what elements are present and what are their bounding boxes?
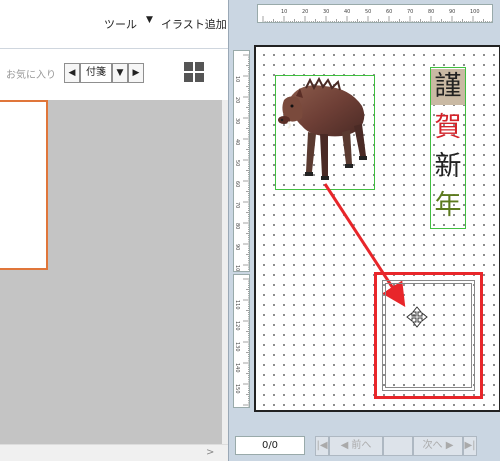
ruler-label: 40 [344,9,350,15]
illustration-list[interactable] [0,100,222,444]
ruler-label: 50 [234,160,240,166]
ruler-label: 150 [234,384,240,394]
scroll-right-arrow-icon[interactable]: > [206,447,214,458]
add-illustration-menu[interactable]: イラスト追加 [161,16,227,32]
dropdown-arrow-icon[interactable]: ▼ [146,15,153,25]
ruler-label: 70 [234,202,240,208]
ruler-label: 90 [449,9,455,15]
tools-menu[interactable]: ツール [104,16,137,32]
category-dropdown-button[interactable]: ▼ [112,63,128,83]
ruler-label: 60 [386,9,392,15]
ruler-label: 80 [234,223,240,229]
horizontal-scrollbar[interactable]: > [0,444,228,461]
previous-category-button[interactable]: ◀ [64,63,80,83]
top-menu-bar: ツール ▼ イラスト追加 [0,0,228,48]
nav-spacer [383,436,413,456]
kanji-char-3[interactable]: 新 [431,149,465,185]
category-select[interactable]: 付箋 [80,63,112,83]
ruler-label: 100 [470,9,480,15]
ruler-label: 110 [234,300,240,310]
drop-placeholder-frame[interactable] [382,280,475,391]
drop-target-highlight [374,272,483,399]
ruler-label: 30 [323,9,329,15]
ruler-label: 130 [234,342,240,352]
vertical-ruler-top: 10 20 30 40 50 60 70 80 90 100 [233,50,250,272]
vertical-ruler-top-ticks: 10 20 30 40 50 60 70 80 90 100 [234,54,249,272]
ruler-label: 20 [302,9,308,15]
ruler-label: 120 [234,321,240,331]
vertical-ruler-bottom-ticks: 110 120 130 140 150 [234,278,249,407]
previous-page-button[interactable]: ◀ 前へ [329,436,383,456]
ruler-label: 90 [234,244,240,250]
ruler-label: 60 [234,181,240,187]
wild-boar-icon[interactable] [276,76,374,189]
kanji-char-1[interactable]: 謹 [431,69,465,105]
ruler-label: 40 [234,139,240,145]
page-status-bar: 0/0 |◀ ◀ 前へ 次へ ▶ ▶| [229,432,500,461]
kanji-char-4[interactable]: 年 [431,188,465,224]
ruler-label: 70 [407,9,413,15]
editor-pane: 10 20 30 40 50 60 70 80 90 100 10 20 30 40 50 60 70 80 90… [228,0,500,461]
ruler-label: 100 [234,265,240,272]
move-cursor-icon [406,306,428,328]
grid-view-icon[interactable] [184,62,204,82]
horizontal-ruler: 10 20 30 40 50 60 70 80 90 100 [257,4,493,23]
ruler-label: 140 [234,363,240,373]
ruler-label: 20 [234,97,240,103]
ruler-label: 80 [428,9,434,15]
page-counter: 0/0 [235,436,305,455]
last-page-button[interactable]: ▶| [463,436,477,456]
first-page-button[interactable]: |◀ [315,436,329,456]
ruler-label: 10 [234,76,240,82]
illustration-thumbnail-selected[interactable] [0,100,48,270]
horizontal-ruler-ticks: 10 20 30 40 50 60 70 80 90 100 [262,9,492,22]
illustration-panel: ツール ▼ イラスト追加 お気に入り ◀ 付箋 ▼ ▶ > [0,0,228,461]
vertical-ruler-bottom: 110 120 130 140 150 [233,274,250,408]
favorites-label[interactable]: お気に入り [6,66,56,81]
kanji-stamp-frame[interactable]: 謹 賀 新 年 [430,67,466,229]
ruler-label: 30 [234,118,240,124]
ruler-label: 50 [365,9,371,15]
design-canvas[interactable]: 謹 賀 新 年 [254,45,500,412]
ruler-label: 10 [281,9,287,15]
next-page-button[interactable]: 次へ ▶ [413,436,463,456]
next-category-button[interactable]: ▶ [128,63,144,83]
kanji-char-2[interactable]: 賀 [431,110,465,146]
boar-illustration-frame[interactable] [275,75,375,190]
